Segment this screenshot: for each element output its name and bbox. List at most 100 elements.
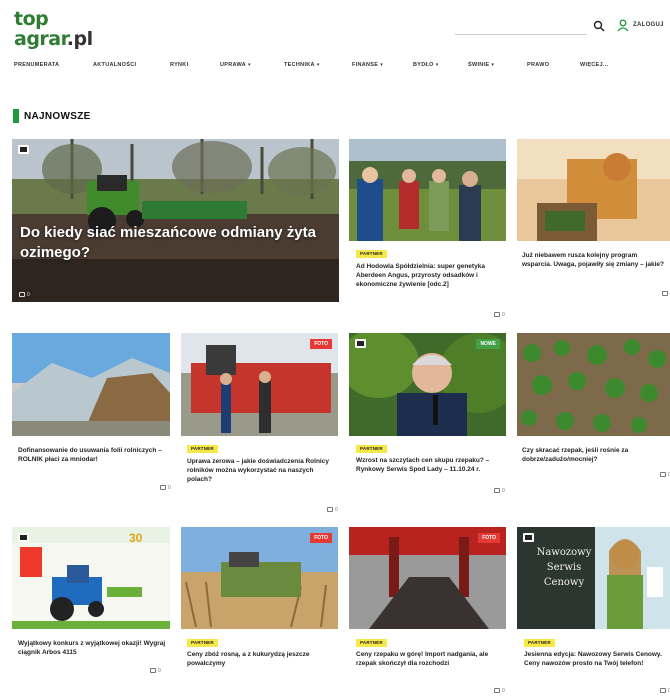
comment-icon bbox=[660, 472, 666, 478]
site-logo[interactable]: top agrar.pl bbox=[14, 8, 93, 50]
contest-number: 30 bbox=[129, 531, 143, 545]
article-title[interactable]: Wyjątkowy konkurs z wyjątkowej okazji! W… bbox=[18, 639, 168, 657]
gallery-icon bbox=[18, 145, 29, 154]
article-title[interactable]: Wzrost na szczytach cen skupu rzepaku? –… bbox=[356, 456, 504, 474]
nav-label: UPRAWA bbox=[220, 62, 246, 68]
nav-item-bydlo[interactable]: BYDŁO ▾ bbox=[413, 62, 439, 68]
nav-item-technika[interactable]: TECHNIKA ▾ bbox=[284, 62, 320, 68]
comment-number: 0 bbox=[168, 485, 171, 491]
comment-count: 0 bbox=[150, 668, 161, 674]
comment-number: 0 bbox=[502, 488, 505, 494]
contest-tractor-banner bbox=[12, 527, 170, 629]
comment-icon bbox=[494, 688, 500, 694]
article-title[interactable]: Już niebawem rusza kolejny program wspar… bbox=[522, 251, 668, 269]
comment-icon bbox=[160, 485, 166, 491]
hero-title[interactable]: Do kiedy siać mieszańcowe odmiany żyta o… bbox=[20, 223, 320, 263]
hero-image bbox=[12, 139, 339, 302]
article-image[interactable]: 30 bbox=[12, 527, 170, 629]
video-badge: FOTO bbox=[310, 339, 332, 349]
chevron-down-icon: ▾ bbox=[435, 62, 439, 68]
comment-count: 0 bbox=[660, 688, 670, 694]
nav-label: ŚWINIE bbox=[468, 62, 490, 68]
article-image[interactable] bbox=[12, 333, 170, 436]
chevron-down-icon: ▾ bbox=[380, 62, 384, 68]
article-image[interactable] bbox=[517, 139, 670, 241]
article-image[interactable]: FOTO bbox=[349, 527, 506, 629]
nav-label: PRENUMERATA bbox=[14, 62, 60, 68]
chevron-down-icon: ▾ bbox=[316, 62, 320, 68]
people-field-photo bbox=[349, 139, 506, 241]
comment-count: 0 bbox=[494, 488, 505, 494]
gallery-icon bbox=[355, 339, 366, 348]
chevron-down-icon: ▾ bbox=[247, 62, 251, 68]
comment-number: 0 bbox=[335, 507, 338, 513]
gallery-icon bbox=[18, 533, 29, 542]
video-badge: FOTO bbox=[310, 533, 332, 543]
promo-line: Cenowy bbox=[543, 577, 585, 588]
user-icon[interactable] bbox=[617, 19, 629, 32]
article-title[interactable]: Dofinansowanie do usuwania folii rolnicz… bbox=[18, 446, 168, 464]
logo-agrar: agrar bbox=[14, 28, 67, 50]
comment-count: 0 bbox=[160, 485, 171, 491]
article-tag: PARTNER bbox=[187, 639, 218, 647]
article-tag: PARTNER bbox=[356, 250, 387, 258]
nav-item-uprawa[interactable]: UPRAWA ▾ bbox=[220, 62, 251, 68]
article-tag: PARTNER bbox=[356, 445, 387, 453]
nav-item-prenumerata[interactable]: PRENUMERATA bbox=[14, 62, 59, 68]
nav-item-wiecej[interactable]: WIĘCEJ... bbox=[580, 62, 608, 68]
hero-article[interactable] bbox=[12, 139, 339, 302]
site-header: top agrar.pl ZALOGUJ bbox=[0, 0, 670, 58]
section-accent-bar bbox=[13, 109, 19, 123]
logo-line-bottom: agrar.pl bbox=[14, 28, 93, 50]
article-title[interactable]: Ceny zbóż rosną, a z kukurydzą jeszcze p… bbox=[187, 650, 335, 668]
nav-label: BYDŁO bbox=[413, 62, 434, 68]
logo-suffix: .pl bbox=[66, 28, 93, 50]
comment-icon bbox=[19, 292, 25, 298]
comment-number: 0 bbox=[502, 688, 505, 694]
promo-text: Nawozowy Serwis Cenowy bbox=[533, 545, 595, 590]
comment-number: 0 bbox=[158, 668, 161, 674]
nav-item-rynki[interactable]: RYNKI bbox=[170, 62, 188, 68]
comment-number: 0 bbox=[502, 312, 505, 318]
comment-count: 0 bbox=[19, 292, 30, 298]
new-badge: NOWE bbox=[476, 339, 500, 349]
article-image[interactable]: NOWE bbox=[349, 333, 506, 436]
article-image[interactable] bbox=[349, 139, 506, 241]
nav-label: PRAWO bbox=[527, 62, 550, 68]
comment-icon bbox=[662, 291, 668, 297]
nav-label: FINANSE bbox=[352, 62, 379, 68]
comment-count: 0 bbox=[660, 472, 670, 478]
comment-icon bbox=[327, 507, 333, 513]
rapeseed-field-photo bbox=[517, 333, 670, 436]
comment-icon bbox=[494, 488, 500, 494]
nav-label: TECHNIKA bbox=[284, 62, 315, 68]
comment-icon bbox=[660, 688, 666, 694]
article-title[interactable]: Ad Hodowla Spółdzielnia: super genetyka … bbox=[356, 262, 504, 289]
nav-item-finanse[interactable]: FINANSE ▾ bbox=[352, 62, 383, 68]
search-icon[interactable] bbox=[593, 20, 605, 32]
article-tag: PARTNER bbox=[524, 639, 555, 647]
nav-label: AKTUALNOŚCI bbox=[93, 62, 137, 68]
beekeeper-photo bbox=[517, 139, 670, 241]
article-title[interactable]: Czy skracać rzepak, jeśli rośnie za dobr… bbox=[522, 446, 668, 464]
nav-label: WIĘCEJ... bbox=[580, 62, 609, 68]
article-image[interactable] bbox=[517, 333, 670, 436]
article-title[interactable]: Jesienna edycja: Nawozowy Serwis Cenowy.… bbox=[524, 650, 668, 668]
nav-item-aktualnosci[interactable]: AKTUALNOŚCI bbox=[93, 62, 136, 68]
search-input[interactable] bbox=[455, 23, 573, 38]
nav-item-prawo[interactable]: PRAWO bbox=[527, 62, 549, 68]
article-image[interactable]: Nawozowy Serwis Cenowy bbox=[517, 527, 670, 629]
comment-number: 0 bbox=[27, 292, 30, 298]
article-tag: PARTNER bbox=[187, 445, 218, 453]
article-title[interactable]: Uprawa zerowa – jakie doświadczenia Roln… bbox=[187, 457, 335, 484]
comment-icon bbox=[150, 668, 156, 674]
login-link[interactable]: ZALOGUJ bbox=[633, 22, 664, 28]
article-image[interactable]: FOTO bbox=[181, 333, 338, 436]
gallery-icon bbox=[523, 533, 534, 542]
nav-item-swinie[interactable]: ŚWINIE ▾ bbox=[468, 62, 494, 68]
comment-icon bbox=[494, 312, 500, 318]
article-image[interactable]: FOTO bbox=[181, 527, 338, 629]
search-box bbox=[455, 19, 587, 38]
article-title[interactable]: Ceny rzepaku w górę! Import nadgania, al… bbox=[356, 650, 504, 668]
article-tag: PARTNER bbox=[356, 639, 387, 647]
